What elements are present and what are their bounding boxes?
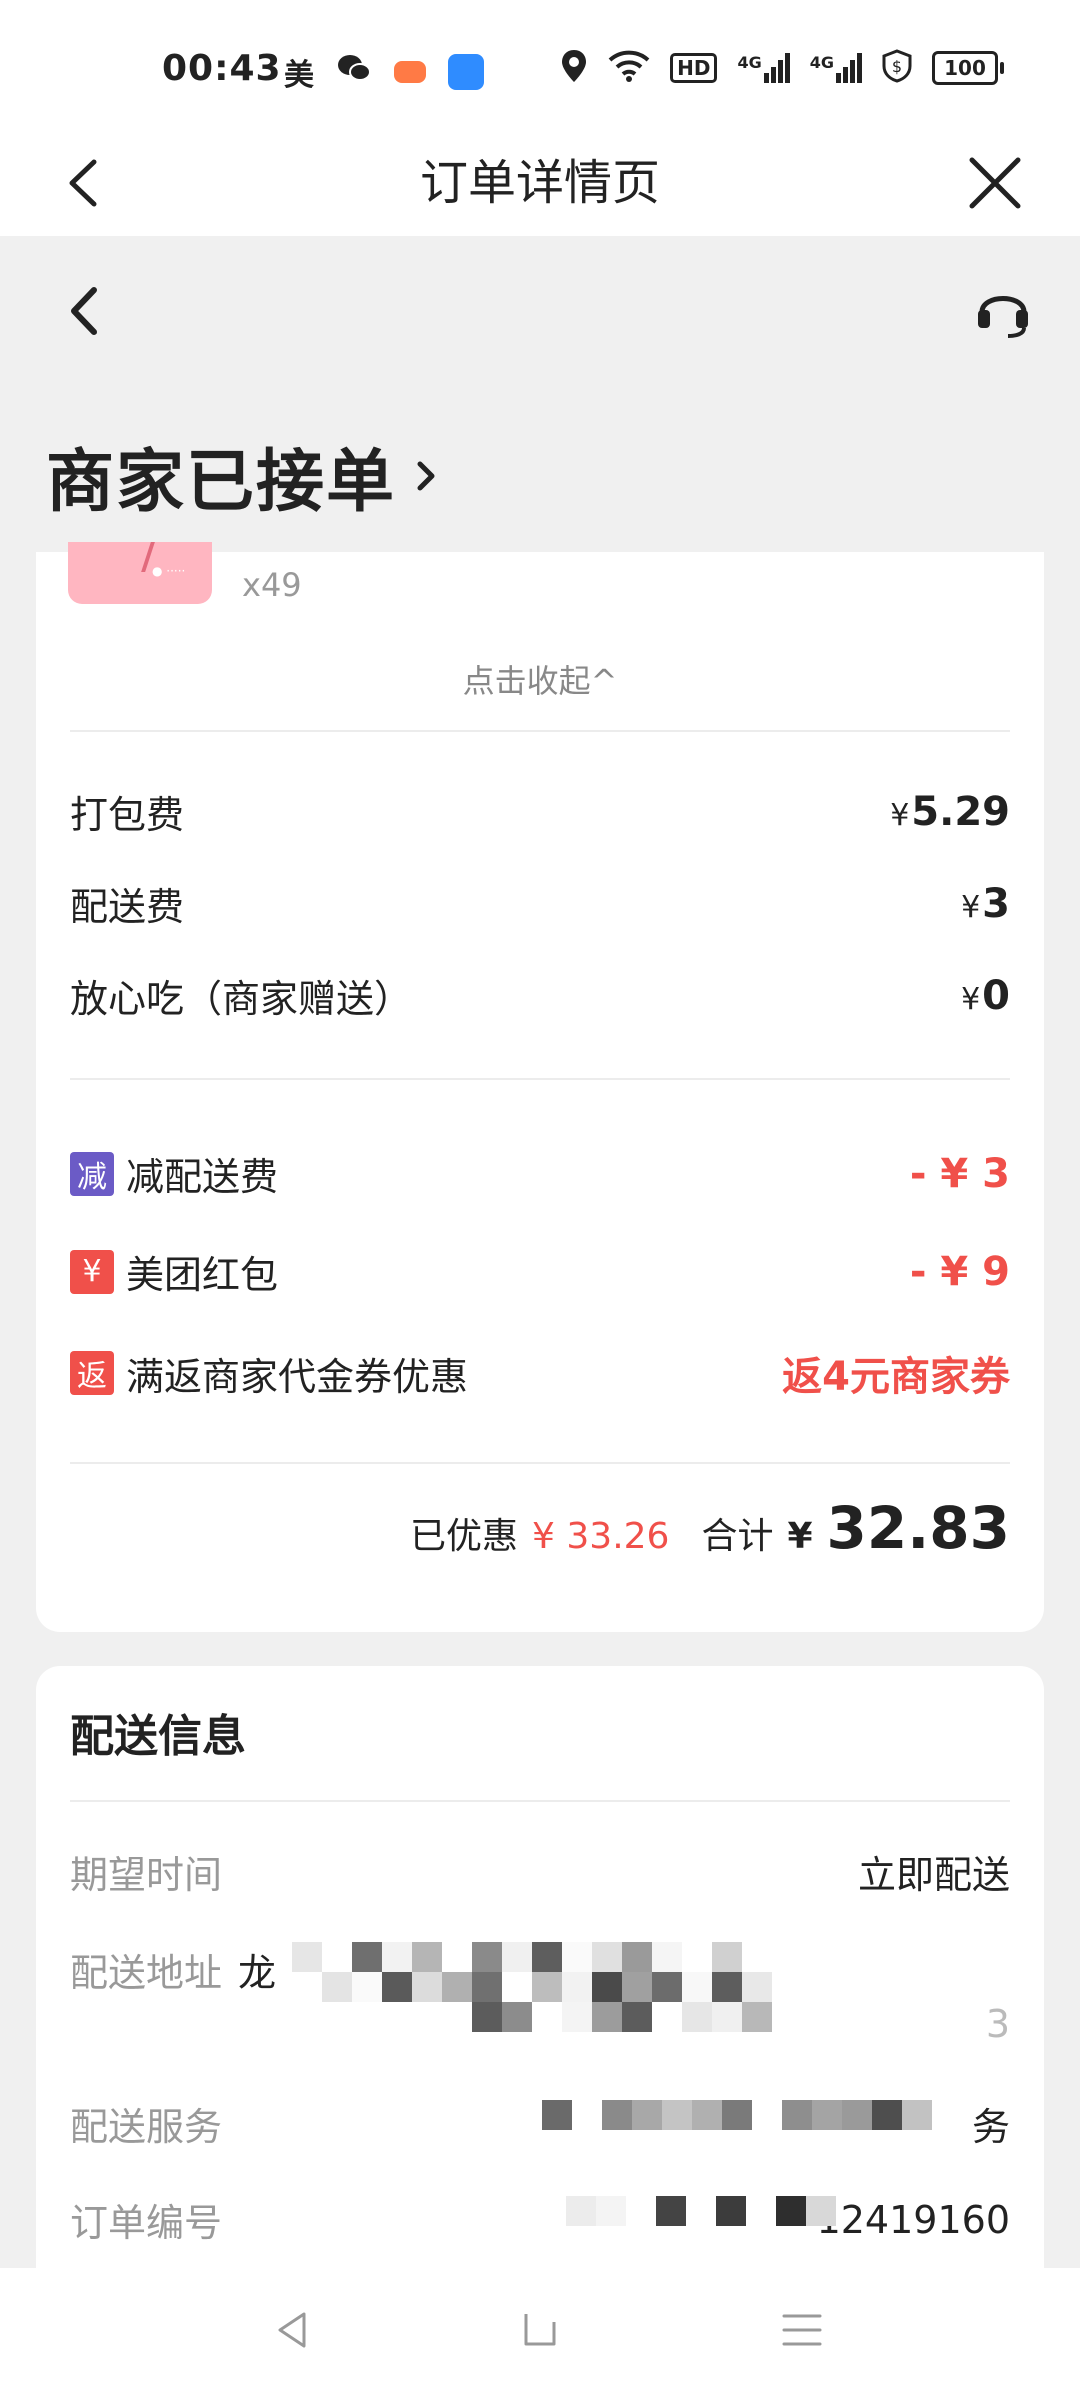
info-row-order-number: 订单编号 12419160: [70, 2197, 1010, 2246]
order-status-link[interactable]: 商家已接单: [46, 426, 446, 525]
redacted-order-number: [566, 2196, 836, 2226]
nav-menu-button[interactable]: [772, 2300, 832, 2360]
home-icon: [524, 2314, 556, 2346]
red-packet-badge-icon: ¥: [70, 1249, 114, 1294]
fee-row-delivery: 配送费 ¥3: [70, 880, 1010, 930]
wifi-icon: [608, 50, 650, 86]
status-bar: 00:43 美 HD 4G 4G $ 100: [0, 0, 1080, 130]
location-icon: [560, 48, 588, 88]
divider: [70, 1078, 1010, 1080]
divider: [70, 730, 1010, 732]
weather-icon: [448, 54, 484, 90]
close-icon: [969, 157, 1021, 209]
info-row-expected-time: 期望时间 立即配送: [70, 1853, 1010, 1897]
customer-service-button[interactable]: [968, 274, 1038, 344]
redacted-address: [292, 1942, 772, 2032]
signal-2-icon: 4G: [810, 53, 862, 83]
order-back-button[interactable]: [50, 276, 120, 346]
product-thumbnail[interactable]: ● ·····: [68, 542, 212, 604]
webview-title-bar: 订单详情页: [0, 130, 1080, 236]
order-summary-card: ● ····· x49 点击收起^ 打包费 ¥5.29 配送费 ¥3 放心吃（商…: [36, 542, 1044, 1632]
discount-row-cashback: 返 满返商家代金券优惠 返4元商家券: [70, 1344, 1010, 1402]
triangle-back-icon: [278, 2312, 306, 2348]
svg-text:$: $: [892, 57, 902, 76]
game-icon: [394, 61, 426, 83]
order-total: 已优惠 ¥ 33.26 合计 ¥ 32.83: [410, 1494, 1010, 1562]
address-suffix: 3: [985, 2002, 1010, 2046]
signal-1-icon: 4G: [737, 53, 790, 83]
menu-icon: [782, 2314, 822, 2346]
fee-row-food-safety: 放心吃（商家赠送） ¥0: [70, 972, 1010, 1022]
security-shield-icon: $: [882, 49, 912, 87]
product-quantity: x49: [242, 566, 302, 604]
redacted-service: [542, 2100, 932, 2130]
battery-icon: 100: [932, 51, 1004, 85]
system-icons: HD 4G 4G $ 100: [560, 48, 1004, 88]
nav-home-button[interactable]: [510, 2300, 570, 2360]
section-title: 配送信息: [70, 1711, 246, 1762]
fee-row-packaging: 打包费 ¥5.29: [70, 788, 1010, 838]
order-status-text: 商家已接单: [46, 443, 397, 522]
notification-icons: 美: [284, 50, 484, 94]
divider: [70, 1800, 1010, 1802]
saved-amount: ¥ 33.26: [532, 1516, 670, 1557]
chevron-right-icon: [417, 461, 435, 490]
discount-row-delivery: 减 减配送费 - ¥ 3: [70, 1146, 1010, 1201]
divider: [70, 1462, 1010, 1464]
hd-icon: HD: [670, 53, 718, 83]
page-title: 订单详情页: [419, 155, 660, 211]
discount-badge-icon: 减: [70, 1151, 114, 1196]
status-time: 00:43: [162, 48, 282, 89]
headset-icon: [978, 296, 1028, 338]
order-header: [0, 236, 1080, 376]
meituan-app-icon: 美: [284, 58, 314, 93]
cashback-badge-icon: 返: [70, 1351, 114, 1395]
discount-row-red-packet: ¥ 美团红包 - ¥ 9: [70, 1244, 1010, 1299]
chevron-left-icon: [71, 287, 97, 335]
delivery-info-card: 配送信息 期望时间 立即配送 配送地址 龙 3 配送服务 务 订单编号 1241…: [36, 1666, 1044, 2306]
close-button[interactable]: [960, 148, 1030, 218]
total-amount: 32.83: [826, 1494, 1010, 1562]
system-navigation-bar: [0, 2268, 1080, 2400]
wechat-icon: [336, 52, 372, 92]
collapse-items-link[interactable]: 点击收起^: [36, 656, 1044, 702]
nav-back-button[interactable]: [262, 2300, 322, 2360]
